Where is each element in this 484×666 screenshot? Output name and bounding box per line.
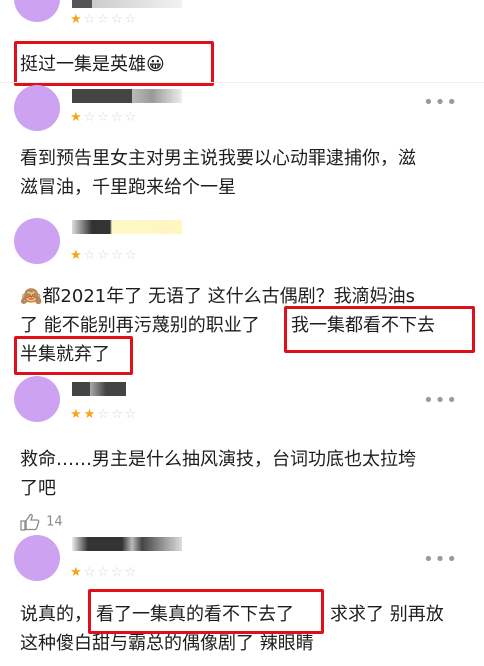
username-blurred[interactable] [72,89,182,103]
star-icon: ☆ [124,407,139,422]
star-icon: ☆ [83,12,98,27]
star-icon: ☆ [124,110,139,125]
thumbs-up-icon [20,513,40,531]
like-button[interactable]: 14 [20,513,63,531]
star-icon: ★ [70,407,84,422]
username-blurred[interactable] [72,382,126,396]
star-rating: ★☆☆☆☆ [70,13,138,27]
username-blurred[interactable] [72,0,182,8]
star-icon: ★ [83,407,98,422]
star-icon: ★ [70,12,84,27]
comment-text: 说真的， [20,604,92,625]
like-count: 14 [46,514,63,530]
star-icon: ☆ [97,110,111,125]
more-options-icon[interactable]: ••• [423,549,458,570]
star-icon: ☆ [110,110,125,125]
star-icon: ☆ [97,248,111,263]
star-icon: ☆ [83,565,98,580]
star-icon: ★ [70,565,84,580]
star-icon: ☆ [83,248,98,263]
star-icon: ☆ [110,565,125,580]
avatar[interactable] [14,0,60,22]
avatar[interactable] [14,376,60,422]
comment-text: 救命……男主是什么抽风演技，台词功底也太拉垮 [20,449,416,470]
highlight-box [14,336,133,375]
star-icon: ☆ [97,565,111,580]
star-icon: ☆ [124,248,139,263]
username-blurred[interactable] [72,537,182,551]
star-rating: ★☆☆☆☆ [70,249,138,263]
star-icon: ☆ [110,407,125,422]
highlight-box [284,306,475,353]
comment-text: 看到预告里女主对男主说我要以心动罪逮捕你，滋 [20,148,416,169]
avatar[interactable] [14,218,60,264]
star-rating: ★☆☆☆☆ [70,111,138,125]
star-icon: ☆ [124,565,139,580]
star-icon: ★ [70,110,84,125]
highlight-box [88,589,324,634]
star-icon: ☆ [97,407,111,422]
comment-text: 求求了 别再放 [330,604,444,625]
star-icon: ★ [70,248,84,263]
comment-text: 滋冒油，千里跑来给个一星 [20,177,236,198]
star-rating: ★☆☆☆☆ [70,566,138,580]
more-options-icon[interactable]: ••• [423,390,458,411]
star-icon: ☆ [83,110,98,125]
comment-text: 了吧 [20,478,56,499]
star-icon: ☆ [110,12,125,27]
star-icon: ☆ [110,248,125,263]
divider [0,82,484,83]
username-blurred[interactable] [72,220,182,234]
avatar[interactable] [14,535,60,581]
highlight-box [14,41,214,86]
star-rating: ★★☆☆☆ [70,408,138,422]
star-icon: ☆ [97,12,111,27]
avatar[interactable] [14,85,60,131]
star-icon: ☆ [124,12,139,27]
more-options-icon[interactable]: ••• [423,92,458,113]
